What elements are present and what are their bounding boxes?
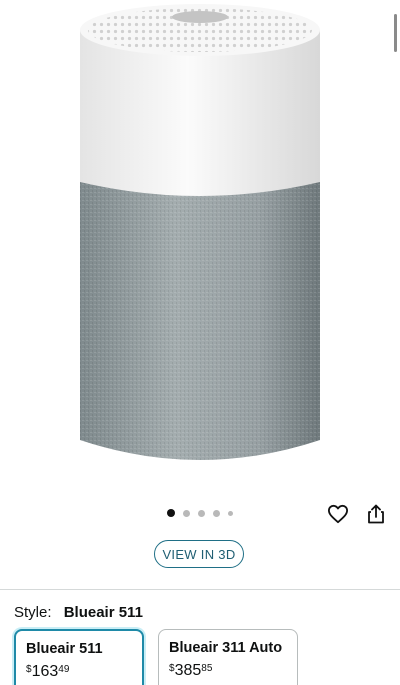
view-in-3d-button[interactable]: VIEW IN 3D (154, 540, 244, 568)
product-detail-page: VIEW IN 3D Style: Blueair 511 Blueair 51… (0, 0, 400, 685)
share-icon (368, 504, 384, 524)
style-option-price: $38585 (169, 662, 213, 679)
carousel-dot[interactable] (198, 509, 205, 517)
selected-style-value: Blueair 511 (63, 604, 143, 621)
carousel-dot[interactable] (213, 509, 220, 517)
style-option-blueair-511[interactable]: Blueair 511 $16349 (14, 629, 144, 685)
favorite-button[interactable] (324, 500, 352, 528)
carousel-dot[interactable] (167, 509, 175, 517)
style-option-price: $16349 (26, 663, 70, 680)
style-label: Style: (14, 604, 52, 621)
carousel-dot[interactable] (183, 509, 190, 517)
style-option-name: Blueair 311 Auto (169, 640, 283, 656)
scrollbar[interactable] (394, 14, 397, 52)
heart-outline-icon (327, 504, 348, 524)
carousel-dot[interactable] (228, 510, 233, 516)
style-option-name: Blueair 511 (26, 641, 103, 657)
style-option-blueair-311-auto[interactable]: Blueair 311 Auto $38585 (158, 629, 298, 685)
style-selector-label-row: Style: Blueair 511 (14, 604, 143, 621)
section-divider (0, 589, 400, 590)
share-button[interactable] (362, 500, 390, 528)
product-image[interactable] (70, 0, 330, 480)
